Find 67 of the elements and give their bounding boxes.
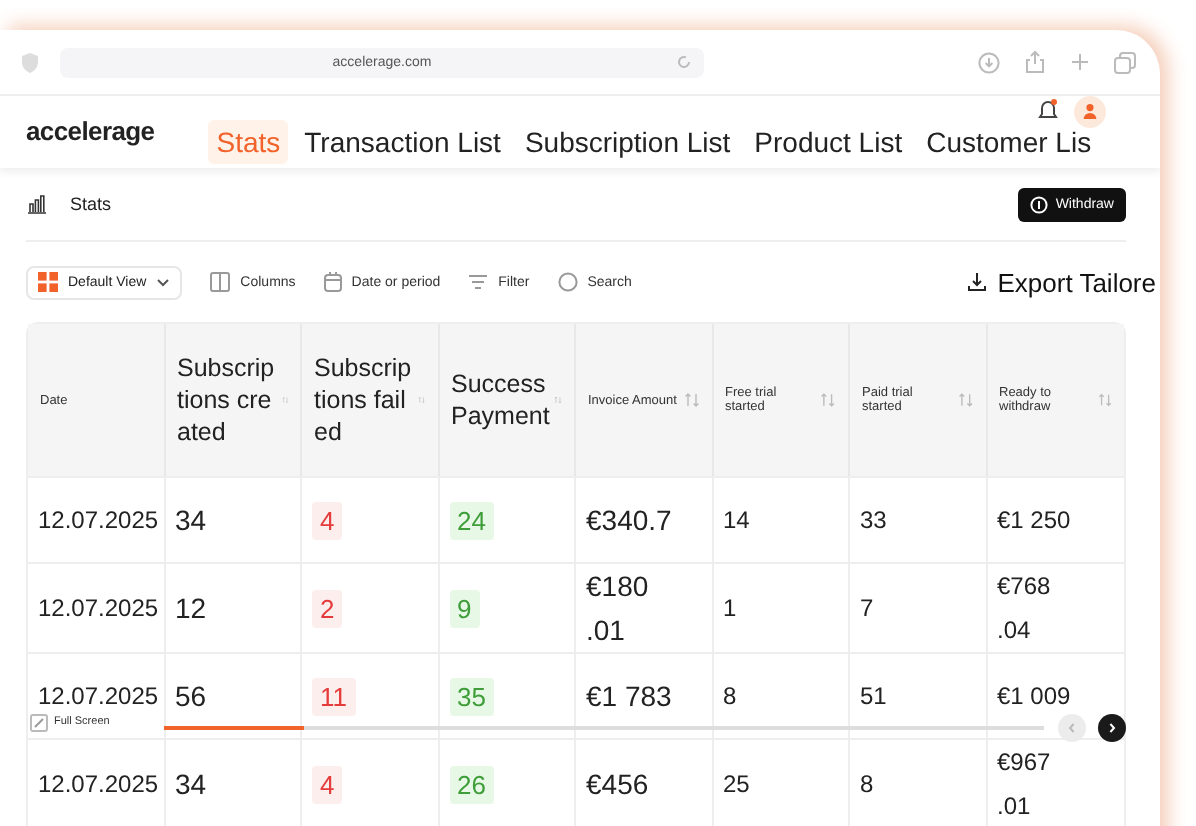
table-cell-text: €340.7 <box>586 502 674 540</box>
table-cell: 12.07.2025 <box>38 594 159 622</box>
filter-icon <box>468 274 489 290</box>
table-cell: 12.07.2025 <box>38 682 159 710</box>
nav-tab[interactable]: Transaction List <box>296 120 509 164</box>
success-count-badge: 35 <box>449 677 494 715</box>
export-button[interactable]: Export Tailore <box>967 267 1156 297</box>
tabs-icon[interactable] <box>1114 51 1136 73</box>
reload-icon[interactable] <box>676 54 692 70</box>
failed-count-badge: 2 <box>312 589 343 627</box>
table-cell: 12.07.2025 <box>38 770 159 798</box>
expand-icon[interactable] <box>30 714 48 732</box>
bell-icon[interactable] <box>1038 98 1058 122</box>
nav-tab[interactable]: Subscription List <box>516 120 739 164</box>
table-cell: 14 <box>723 506 750 534</box>
failed-count-badge: 11 <box>312 677 355 715</box>
shield-icon <box>20 51 40 73</box>
table-cell-text: €768 .04 <box>997 570 1053 648</box>
download-icon <box>967 272 986 292</box>
success-count-badge: 24 <box>449 501 494 539</box>
bar-chart-icon <box>26 194 48 214</box>
sort-icon[interactable] <box>1097 392 1112 408</box>
column-header[interactable]: Subscriptions failed <box>302 324 439 476</box>
success-count-badge: 26 <box>449 765 494 803</box>
table-cell-text: €1 250 <box>997 504 1073 538</box>
table-cell-text: €967 .01 <box>997 746 1053 824</box>
table-cell: 33 <box>860 506 887 534</box>
table-cell: 34 <box>175 504 207 536</box>
share-icon[interactable] <box>1024 50 1046 74</box>
table-cell: 8 <box>860 770 874 798</box>
table-cell: 1 <box>723 594 737 622</box>
table-cell: 56 <box>175 680 207 712</box>
chevron-down-icon <box>156 277 171 287</box>
table-cell: 8 <box>723 682 737 710</box>
previous-icon[interactable] <box>1058 714 1086 742</box>
column-header[interactable]: Subscriptions created <box>165 324 302 476</box>
sort-icon[interactable] <box>417 392 425 408</box>
scroll-track[interactable] <box>164 726 1044 729</box>
avatar-icon[interactable] <box>1074 96 1106 128</box>
calendar-icon <box>323 272 342 292</box>
page-title: Stats <box>70 194 112 214</box>
failed-count-badge: 4 <box>312 501 343 539</box>
logo[interactable]: accelerage <box>26 115 155 145</box>
success-count-badge: 9 <box>449 589 480 627</box>
table-cell: 51 <box>860 682 887 710</box>
failed-count-badge: 4 <box>312 765 343 803</box>
table-cell-text: €180 .01 <box>586 568 651 650</box>
table-cell-text: €1 009 <box>997 680 1073 714</box>
table-cell-text: €456 <box>586 766 651 804</box>
table-cell: 12 <box>175 592 207 624</box>
table-cell: 7 <box>860 594 874 622</box>
sort-icon[interactable] <box>957 392 973 408</box>
table-cell: 34 <box>175 768 207 800</box>
sort-icon[interactable] <box>820 392 836 408</box>
nav-tab[interactable]: Customer Lis <box>918 120 1100 164</box>
search-icon <box>557 272 578 292</box>
grid-icon <box>38 272 58 292</box>
next-icon[interactable] <box>1098 714 1126 742</box>
table-cell: 25 <box>723 770 750 798</box>
columns-icon <box>210 272 231 292</box>
nav-tab[interactable]: Product List <box>746 120 911 164</box>
download-icon[interactable] <box>978 51 1000 73</box>
sort-icon[interactable] <box>683 392 699 408</box>
table-cell: 12.07.2025 <box>38 506 159 534</box>
table-cell-text: €1 783 <box>586 678 674 716</box>
column-header[interactable]: Success Payment <box>439 324 576 476</box>
plus-icon[interactable] <box>1070 52 1090 72</box>
